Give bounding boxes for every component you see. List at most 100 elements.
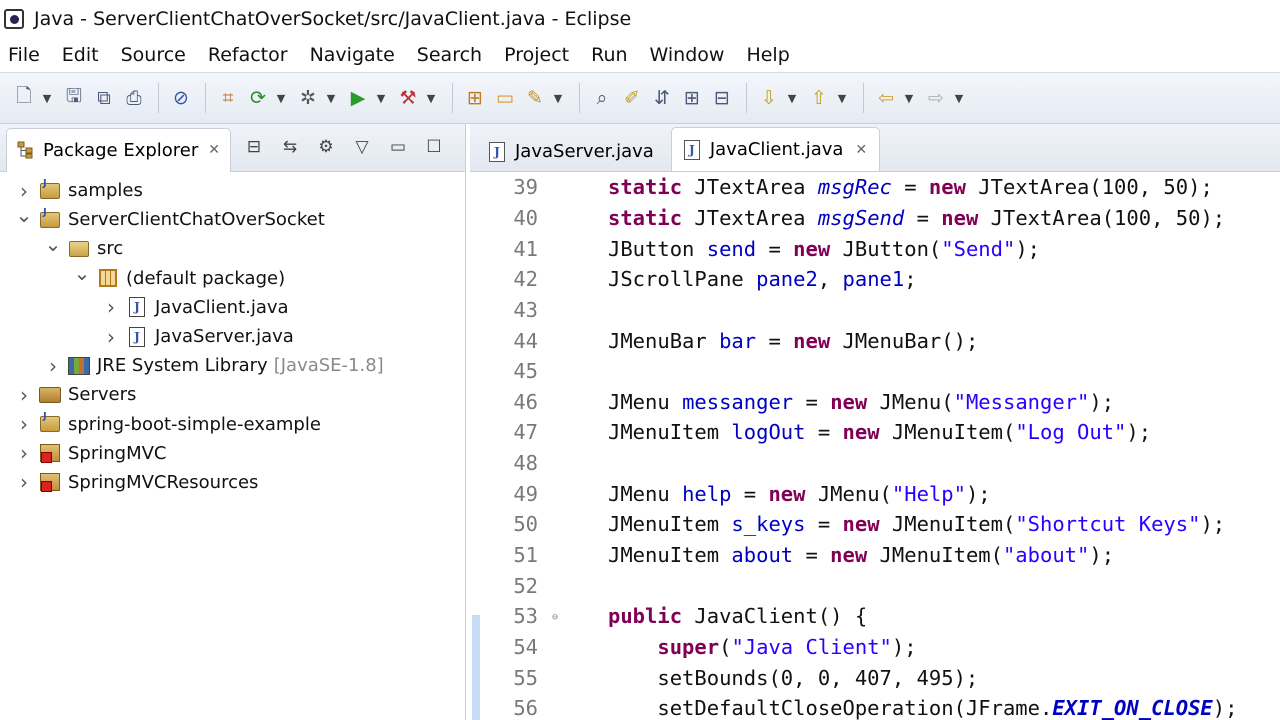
menu-refactor[interactable]: Refactor: [208, 44, 288, 66]
code-line: 52: [484, 570, 1280, 601]
chevron-right-icon[interactable]: ›: [101, 295, 121, 319]
package-explorer-tabbar: Package Explorer ✕ ⊟ ⇆ ⚙ ▽ ▭ ☐: [0, 124, 465, 172]
next-annotation-icon[interactable]: ⇩: [755, 84, 783, 112]
code-token: JMenu(: [867, 389, 954, 414]
prev-annotation-icon[interactable]: ⇧: [805, 84, 833, 112]
chevron-right-icon[interactable]: ›: [14, 470, 34, 494]
code-token: "about": [1002, 543, 1090, 567]
save-all-icon[interactable]: ⧉: [90, 84, 118, 112]
highlight-icon[interactable]: ✐: [618, 84, 646, 112]
eclipse-app-icon[interactable]: [4, 9, 24, 29]
collapse-icon[interactable]: ⊟: [708, 84, 736, 112]
collapse-all-icon[interactable]: ⊟: [241, 134, 267, 160]
tree-item[interactable]: › SpringMVC: [0, 439, 465, 468]
debug-icon[interactable]: ✲: [294, 84, 322, 112]
dropdown-arrow-icon[interactable]: ▼: [835, 84, 849, 112]
dropdown-arrow-icon[interactable]: ▼: [40, 84, 54, 112]
save-icon[interactable]: 🖫: [60, 84, 88, 112]
tab-javaclient-java[interactable]: J JavaClient.java ✕: [670, 127, 881, 171]
menu-file[interactable]: File: [8, 44, 40, 66]
code-token: "Help": [891, 481, 966, 506]
minimize-icon[interactable]: ▭: [385, 134, 411, 160]
forward-icon[interactable]: ⇨: [922, 84, 950, 112]
chevron-down-icon[interactable]: ⌄: [43, 232, 63, 256]
build-icon[interactable]: ⌗: [214, 84, 242, 112]
menu-edit[interactable]: Edit: [62, 44, 99, 66]
line-number: 49: [513, 481, 538, 506]
code-line: 51 JMenuItem about = new JMenuItem("about…: [484, 540, 1280, 571]
menu-bar: File Edit Source Refactor Navigate Search Proj…: [0, 38, 1280, 72]
view-menu-icon[interactable]: ▽: [349, 134, 375, 160]
expand-icon[interactable]: ⊞: [678, 84, 706, 112]
chevron-right-icon[interactable]: ›: [101, 325, 121, 349]
chevron-right-icon[interactable]: ›: [14, 441, 34, 465]
filter-icon[interactable]: ⚙: [313, 134, 339, 160]
tree-item-label: JavaServer.java: [155, 326, 294, 348]
back-icon[interactable]: ⇦: [872, 84, 900, 112]
menu-run[interactable]: Run: [591, 44, 627, 66]
new-package-icon[interactable]: ⊞: [461, 84, 489, 112]
dropdown-arrow-icon[interactable]: ▼: [424, 84, 438, 112]
chevron-right-icon[interactable]: ›: [14, 383, 34, 407]
code-token: JScrollPane: [608, 267, 757, 292]
link-with-editor-icon[interactable]: ⇆: [277, 134, 303, 160]
skip-breakpoints-icon[interactable]: ⊘: [167, 84, 195, 112]
link-icon[interactable]: ✎: [521, 84, 549, 112]
line-number: 50: [513, 512, 538, 537]
external-tools-icon[interactable]: ⚒: [394, 84, 422, 112]
code-token: "Java Client": [731, 634, 892, 659]
fold-collapse-icon[interactable]: ⊖: [552, 612, 558, 623]
tree-item-label: (default package): [126, 267, 286, 289]
dropdown-arrow-icon[interactable]: ▼: [374, 84, 388, 112]
tree-item[interactable]: › J JavaServer.java: [0, 322, 465, 351]
close-icon[interactable]: ✕: [855, 142, 867, 158]
java-file-icon: J: [683, 139, 700, 160]
tree-item[interactable]: ⌄ ServerClientChatOverSocket: [0, 203, 465, 234]
code-token: super: [657, 634, 720, 659]
code-text: JButton send = new JButton("Send");: [608, 237, 1040, 261]
tree-item[interactable]: › J JavaClient.java: [0, 293, 465, 322]
dropdown-arrow-icon[interactable]: ▼: [324, 84, 338, 112]
tree-item[interactable]: ⌄ src: [0, 232, 465, 263]
menu-navigate[interactable]: Navigate: [310, 44, 395, 66]
maximize-icon[interactable]: ☐: [421, 134, 447, 160]
new-icon[interactable]: 🗋: [10, 84, 38, 112]
tree-item[interactable]: ⌄ (default package): [0, 261, 465, 293]
project-icon-glyph: [40, 178, 60, 199]
chevron-down-icon[interactable]: ⌄: [72, 261, 92, 285]
open-folder-icon[interactable]: ▭: [491, 84, 519, 112]
chevron-right-icon[interactable]: ›: [43, 354, 63, 378]
dropdown-arrow-icon[interactable]: ▼: [952, 84, 966, 112]
code-token: );: [1126, 420, 1152, 445]
chevron-right-icon[interactable]: ›: [14, 179, 34, 203]
close-icon[interactable]: ✕: [208, 142, 220, 158]
run-icon[interactable]: ▶: [344, 84, 372, 112]
toggle-icon[interactable]: ⇵: [648, 84, 676, 112]
dropdown-arrow-icon[interactable]: ▼: [902, 84, 916, 112]
menu-search[interactable]: Search: [417, 44, 482, 66]
dropdown-arrow-icon[interactable]: ▼: [551, 84, 565, 112]
menu-project[interactable]: Project: [504, 44, 569, 66]
tree-item[interactable]: › JRE System Library [JavaSE-1.8]: [0, 351, 465, 380]
menu-help[interactable]: Help: [746, 44, 789, 66]
tab-javaserver-java[interactable]: J JavaServer.java: [476, 131, 667, 171]
chevron-right-icon[interactable]: ›: [14, 412, 34, 436]
chevron-down-icon[interactable]: ⌄: [14, 203, 34, 227]
menu-window[interactable]: Window: [650, 44, 725, 66]
tree-item[interactable]: › Servers: [0, 380, 465, 409]
tree-item[interactable]: › spring-boot-simple-example: [0, 410, 465, 439]
tree-item[interactable]: › SpringMVCResources: [0, 468, 465, 497]
code-token: JTextArea(100, 50);: [978, 205, 1226, 230]
open-type-icon[interactable]: ⌕: [588, 84, 616, 112]
menu-source[interactable]: Source: [121, 44, 186, 66]
print-icon[interactable]: ⎙: [120, 84, 148, 112]
code-editor[interactable]: 39 static JTextArea msgRec = new JTextAre…: [470, 172, 1280, 720]
code-token: static: [608, 205, 683, 230]
tree-item[interactable]: › samples: [0, 176, 465, 205]
dropdown-arrow-icon[interactable]: ▼: [274, 84, 288, 112]
refresh-icon[interactable]: ⟳: [244, 84, 272, 112]
tab-package-explorer[interactable]: Package Explorer ✕: [6, 127, 232, 172]
dropdown-arrow-icon[interactable]: ▼: [785, 84, 799, 112]
code-token: JTextArea: [682, 205, 818, 230]
code-token: static: [608, 175, 683, 200]
